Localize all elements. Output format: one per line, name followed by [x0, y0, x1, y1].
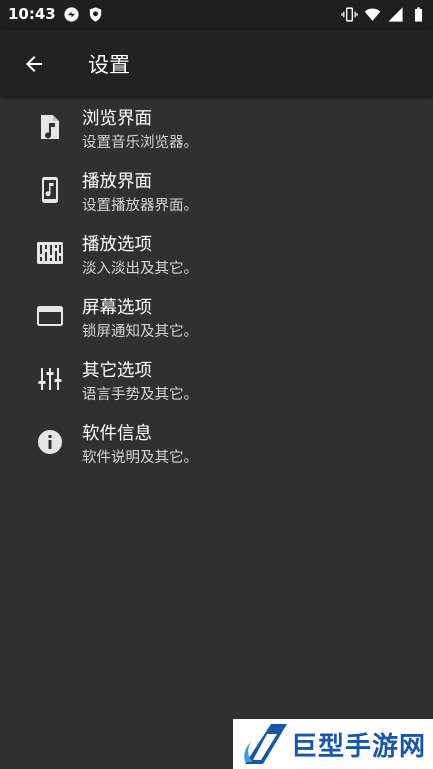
status-bar: 10:43 [0, 0, 433, 30]
music-file-icon [36, 113, 64, 141]
status-right-icons [341, 6, 427, 23]
vibrate-icon [341, 7, 358, 22]
sync-icon [64, 7, 79, 22]
page-title: 设置 [88, 53, 130, 77]
settings-item-about[interactable]: 软件信息 软件说明及其它。 [0, 411, 433, 474]
settings-item-subtitle: 软件说明及其它。 [82, 450, 198, 466]
settings-item-subtitle: 锁屏通知及其它。 [82, 324, 198, 340]
settings-item-title: 浏览界面 [82, 109, 152, 129]
settings-list: 浏览界面 设置音乐浏览器。 播放界面 设置播放器界面。 播放选项 淡入淡出及其它… [0, 96, 433, 474]
settings-item-title: 播放选项 [82, 235, 152, 255]
watermark: 巨型手游网 [233, 719, 433, 769]
equalizer-icon [36, 239, 64, 267]
settings-item-title: 屏幕选项 [82, 298, 152, 318]
settings-item-subtitle: 语言手势及其它。 [82, 387, 198, 403]
watermark-text: 巨型手游网 [291, 732, 427, 762]
sliders-icon [36, 365, 64, 393]
settings-item-title: 软件信息 [82, 424, 152, 444]
info-icon [36, 428, 64, 456]
settings-item-subtitle: 设置播放器界面。 [82, 198, 198, 214]
settings-item-title: 播放界面 [82, 172, 152, 192]
window-icon [36, 302, 64, 330]
shield-icon [89, 7, 102, 22]
settings-item-screen[interactable]: 屏幕选项 锁屏通知及其它。 [0, 285, 433, 348]
phone-music-icon [36, 176, 64, 204]
settings-item-subtitle: 设置音乐浏览器。 [82, 135, 198, 151]
battery-icon [414, 7, 423, 22]
settings-item-title: 其它选项 [82, 361, 152, 381]
settings-item-subtitle: 淡入淡出及其它。 [82, 261, 198, 277]
toolbar: 设置 [0, 30, 433, 96]
wifi-icon [364, 8, 381, 21]
status-time: 10:43 [8, 5, 56, 23]
watermark-logo-icon [244, 724, 287, 764]
settings-item-player[interactable]: 播放界面 设置播放器界面。 [0, 159, 433, 222]
signal-icon [388, 7, 403, 22]
status-left-icons [63, 6, 104, 23]
arrow-left-icon [26, 56, 42, 72]
settings-item-playback[interactable]: 播放选项 淡入淡出及其它。 [0, 222, 433, 285]
back-button[interactable] [14, 44, 54, 84]
settings-item-browse[interactable]: 浏览界面 设置音乐浏览器。 [0, 96, 433, 159]
settings-item-other[interactable]: 其它选项 语言手势及其它。 [0, 348, 433, 411]
